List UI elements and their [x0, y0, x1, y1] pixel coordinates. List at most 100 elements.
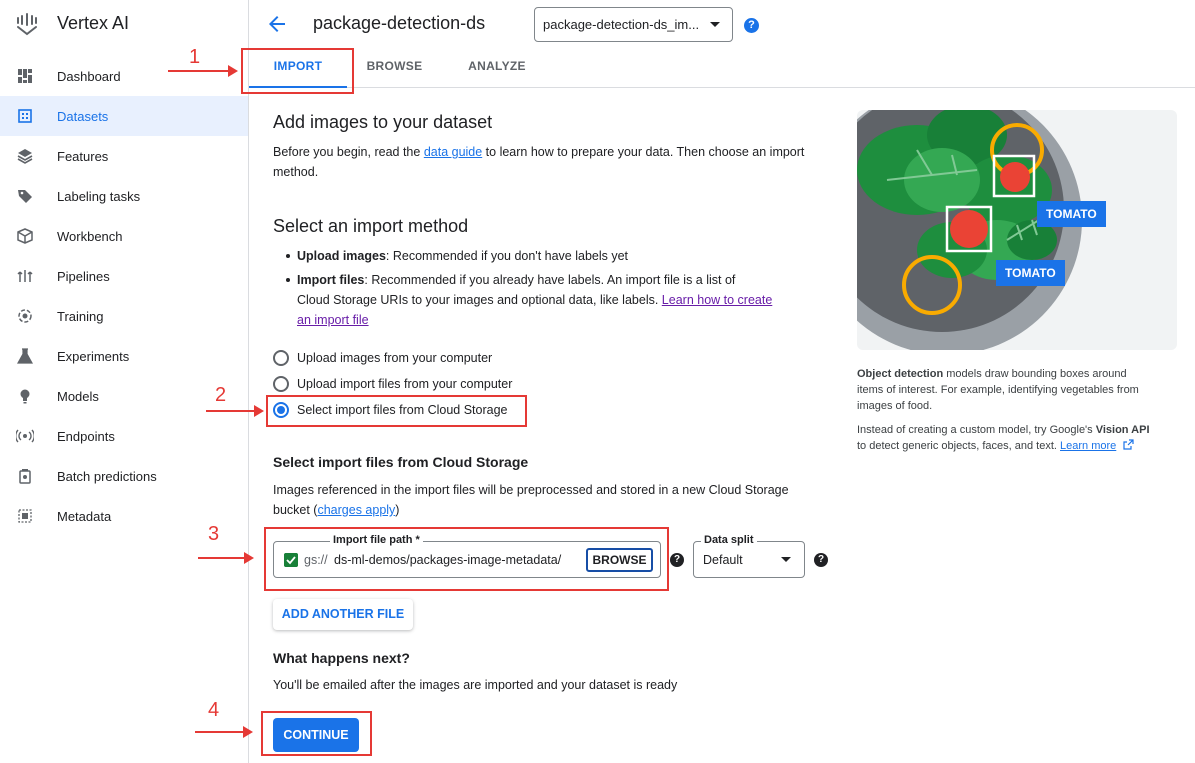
metadata-icon	[16, 507, 34, 525]
tomato-label-tag: TOMATO	[1037, 201, 1106, 227]
vision-api-description: Instead of creating a custom model, try …	[857, 422, 1177, 454]
section-heading: Add images to your dataset	[273, 112, 493, 132]
intro-text-start: Before you begin, read the	[273, 145, 424, 159]
sidebar-item-label: Workbench	[57, 228, 123, 244]
tab-browse[interactable]: BROWSE	[357, 48, 432, 88]
bullet-text: : Recommended if you already have labels…	[364, 273, 736, 287]
cloud-desc-line2-start: bucket (	[273, 503, 318, 517]
page-title: package-detection-ds	[313, 13, 486, 33]
radio-circle[interactable]	[273, 376, 289, 392]
sidebar-item-label: Labeling tasks	[57, 188, 141, 204]
annotation-arrow-icon	[198, 552, 254, 564]
object-detection-illustration: TOMATO TOMATO	[857, 110, 1177, 350]
annotation-arrow-icon	[195, 726, 253, 738]
radio-label: Upload images from your computer	[297, 351, 493, 365]
data-split-select[interactable]: Data split Default	[693, 534, 805, 578]
page-header: package-detection-ds package-detection-d…	[249, 0, 1195, 48]
annotation-box-2	[266, 395, 527, 427]
annotation-box-4	[261, 711, 372, 756]
sidebar-item-experiments[interactable]: Experiments	[0, 336, 248, 376]
learn-more-link[interactable]: Learn more	[1060, 440, 1116, 452]
batch-icon	[16, 467, 34, 485]
chevron-down-icon	[781, 557, 791, 562]
sidebar-item-label: Pipelines	[57, 268, 110, 284]
bullet-bold: Import files	[297, 273, 365, 287]
side-text: models draw bounding boxes around	[943, 368, 1127, 380]
dashboard-icon	[16, 67, 34, 85]
learn-import-file-link-cont[interactable]: an import file	[297, 313, 369, 327]
sidebar-item-batch-predictions[interactable]: Batch predictions	[0, 456, 248, 496]
bullet-import-files: Import files: Recommended if you already…	[286, 270, 827, 330]
object-detection-description: Object detection models draw bounding bo…	[857, 366, 1177, 414]
data-split-help-icon[interactable]: ?	[814, 553, 828, 567]
import-method-heading: Select an import method	[273, 216, 469, 236]
sidebar-item-labeling-tasks[interactable]: Labeling tasks	[0, 176, 248, 216]
file-path-help-icon[interactable]: ?	[670, 553, 684, 567]
cloud-desc-line2-end: )	[395, 503, 400, 517]
data-guide-link[interactable]: data guide	[424, 145, 482, 159]
tab-bar: IMPORT BROWSE ANALYZE	[249, 48, 1195, 88]
cloud-desc-line1: Images referenced in the import files wi…	[273, 483, 789, 497]
sidebar-item-features[interactable]: Features	[0, 136, 248, 176]
sidebar-item-pipelines[interactable]: Pipelines	[0, 256, 248, 296]
dataset-select-value: package-detection-ds_im...	[543, 17, 700, 32]
tag-icon	[16, 187, 34, 205]
datasets-icon	[16, 107, 34, 125]
radio-upload-import-files[interactable]: Upload import files from your computer	[273, 374, 512, 394]
annotation-number-3: 3	[208, 523, 220, 545]
tomato-label-tag: TOMATO	[996, 260, 1065, 286]
side-text: Instead of creating a custom model, try …	[857, 424, 1096, 436]
radio-upload-images[interactable]: Upload images from your computer	[273, 348, 492, 368]
bullet-dot	[286, 254, 290, 258]
sidebar-item-label: Endpoints	[57, 428, 115, 444]
pipelines-icon	[16, 267, 34, 285]
flask-icon	[16, 347, 34, 365]
sidebar-item-label: Models	[57, 388, 99, 404]
learn-import-file-link[interactable]: Learn how to create	[662, 293, 773, 307]
intro-text: Before you begin, read the data guide to…	[273, 142, 833, 182]
bullet-upload-images: Upload images: Recommended if you don't …	[286, 246, 827, 266]
sidebar-item-label: Batch predictions	[57, 468, 157, 484]
help-icon[interactable]: ?	[744, 18, 759, 33]
annotation-box-3	[264, 527, 669, 591]
sidebar-item-datasets[interactable]: Datasets	[0, 96, 248, 136]
sidebar-item-endpoints[interactable]: Endpoints	[0, 416, 248, 456]
sidebar-item-label: Metadata	[57, 508, 112, 524]
intro-text-end: to learn how to prepare your data. Then …	[482, 145, 805, 159]
next-steps-heading: What happens next?	[273, 650, 410, 666]
sidebar-item-label: Datasets	[57, 108, 109, 124]
bullet-dot	[286, 278, 290, 282]
add-another-file-button[interactable]: ADD ANOTHER FILE	[273, 599, 413, 630]
radio-label: Upload import files from your computer	[297, 377, 513, 391]
next-steps-text: You'll be emailed after the images are i…	[273, 678, 678, 692]
back-arrow-icon[interactable]	[265, 12, 289, 36]
side-text: to detect generic objects, faces, and te…	[857, 440, 1061, 452]
sidebar-item-label: Experiments	[57, 348, 130, 364]
cloud-storage-description: Images referenced in the import files wi…	[273, 480, 843, 520]
dataset-select[interactable]: package-detection-ds_im...	[534, 7, 733, 42]
sidebar-item-training[interactable]: Training	[0, 296, 248, 336]
salad-bowl-illustration	[857, 110, 1082, 350]
bullet-text: : Recommended if you don't have labels y…	[385, 249, 629, 263]
intro-text-line2: method.	[273, 165, 319, 179]
charges-apply-link[interactable]: charges apply	[317, 503, 395, 517]
radio-circle[interactable]	[273, 350, 289, 366]
lightbulb-icon	[16, 387, 34, 405]
brand[interactable]: Vertex AI	[0, 0, 249, 48]
cloud-storage-heading: Select import files from Cloud Storage	[273, 454, 529, 470]
chevron-down-icon	[710, 22, 720, 27]
workbench-icon	[16, 227, 34, 245]
sidebar-item-label: Features	[57, 148, 109, 164]
sidebar-item-label: Dashboard	[57, 68, 121, 84]
bullet-text-line2: Cloud Storage URIs to your images and op…	[297, 293, 662, 307]
external-link-icon[interactable]	[1123, 439, 1134, 450]
training-icon	[16, 307, 34, 325]
annotation-arrow-icon	[168, 65, 238, 77]
sidebar: Vertex AI Dashboard Datasets Features La…	[0, 0, 249, 763]
tab-analyze[interactable]: ANALYZE	[457, 48, 537, 88]
endpoints-icon	[16, 427, 34, 445]
annotation-arrow-icon	[206, 405, 264, 417]
sidebar-item-label: Training	[57, 308, 104, 324]
sidebar-item-workbench[interactable]: Workbench	[0, 216, 248, 256]
annotation-number-4: 4	[208, 699, 220, 721]
